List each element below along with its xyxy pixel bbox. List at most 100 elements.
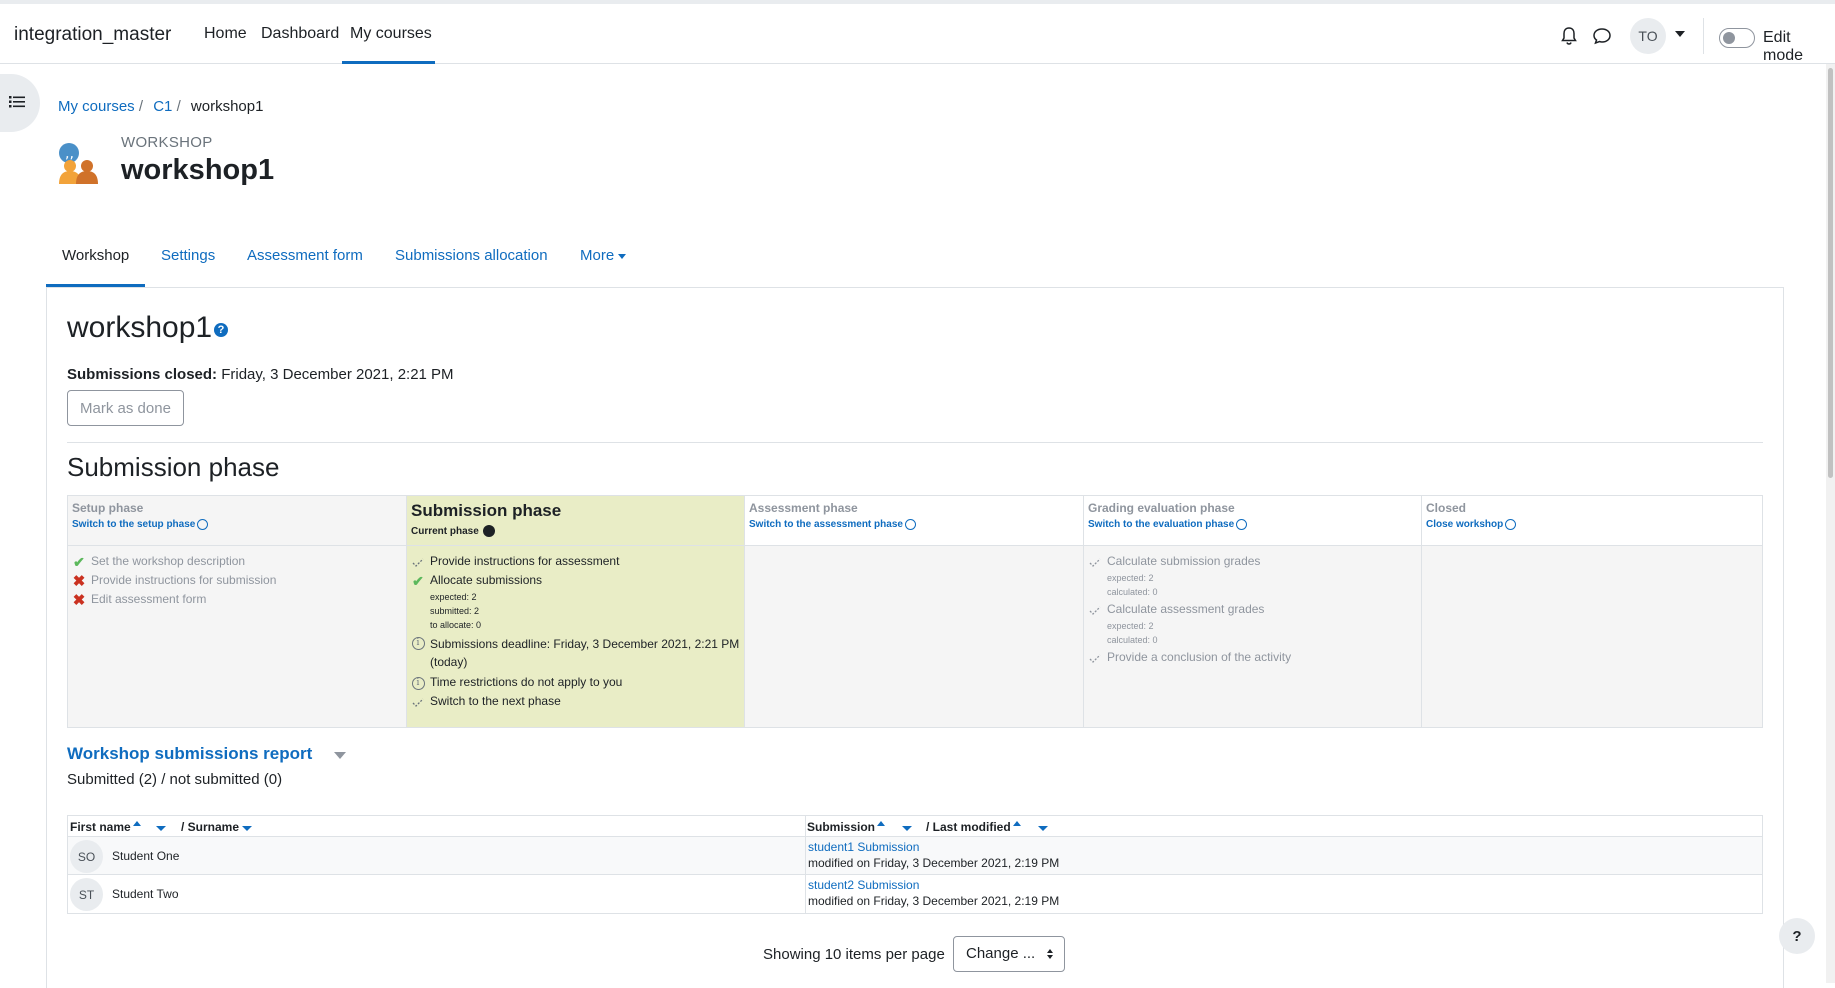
task-label: Provide instructions for submission	[91, 573, 277, 587]
task-label: Allocate submissions	[430, 573, 543, 587]
scrollbar-thumb[interactable]	[1828, 68, 1833, 478]
avatar[interactable]: ST	[70, 878, 103, 911]
sort-desc-icon[interactable]	[242, 826, 252, 831]
edit-mode-toggle[interactable]	[1719, 28, 1755, 48]
per-page-select[interactable]: Change ...	[953, 936, 1065, 972]
switch-setup-phase-link[interactable]: Switch to the setup phase	[72, 519, 402, 530]
tab-submissions-allocation[interactable]: Submissions allocation	[395, 247, 548, 264]
close-workshop-link[interactable]: Close workshop	[1426, 519, 1758, 530]
list-icon	[9, 96, 25, 108]
switch-evaluation-phase-link[interactable]: Switch to the evaluation phase	[1088, 519, 1417, 530]
info-icon: i	[411, 676, 425, 690]
help-icon[interactable]: ?	[214, 323, 228, 337]
submissions-table: First name / Surname Submission / Last m…	[67, 815, 1763, 914]
task-item: Switch to the next phase	[411, 694, 740, 709]
phase-assessment: Assessment phase Switch to the assessmen…	[745, 496, 1084, 727]
nav-active-indicator	[342, 61, 435, 64]
detail-expected: expected: 2	[1107, 621, 1154, 631]
mark-as-done-button[interactable]: Mark as done	[67, 390, 184, 426]
header-label: Submission	[807, 820, 876, 834]
todo-check-icon	[1088, 651, 1102, 665]
column-divider	[805, 816, 806, 836]
todo-check-icon	[411, 555, 425, 569]
help-button[interactable]: ?	[1779, 918, 1815, 954]
header-label: First name	[70, 820, 131, 834]
chevron-down-icon[interactable]	[334, 752, 346, 759]
student-name[interactable]: Student Two	[112, 887, 179, 901]
todo-check-icon	[1088, 603, 1102, 617]
filled-circle-icon	[482, 525, 495, 537]
sort-desc-icon[interactable]	[902, 826, 912, 831]
task-label: Provide a conclusion of the activity	[1107, 650, 1292, 664]
detail-calculated: calculated: 0	[1107, 587, 1158, 597]
activity-type: WORKSHOP	[121, 134, 213, 151]
tab-workshop[interactable]: Workshop	[62, 247, 129, 264]
cross-icon: ✖	[72, 592, 86, 609]
detail-submitted: submitted: 2	[430, 606, 480, 616]
bell-icon[interactable]	[1560, 26, 1578, 46]
nav-dashboard[interactable]: Dashboard	[261, 25, 339, 43]
todo-check-icon	[1088, 555, 1102, 569]
phase-header: Closed Close workshop	[1422, 496, 1762, 546]
tab-more[interactable]: More	[580, 247, 627, 264]
detail-to-allocate: to allocate: 0	[430, 620, 482, 630]
task-item: ✖ Edit assessment form	[72, 592, 402, 609]
site-brand[interactable]: integration_master	[14, 24, 171, 46]
switch-link-label: Switch to the evaluation phase	[1088, 519, 1235, 530]
per-page-select-label: Change ...	[966, 945, 1036, 962]
tab-settings[interactable]: Settings	[161, 247, 215, 264]
task-details: expected: 2 submitted: 2 to allocate: 0	[430, 590, 740, 632]
column-divider	[805, 837, 806, 874]
task-item: Calculate submission grades	[1088, 554, 1417, 569]
phase-header: Setup phase Switch to the setup phase	[68, 496, 406, 546]
tab-assessment-form[interactable]: Assessment form	[247, 247, 363, 264]
breadcrumb-course[interactable]: C1	[153, 98, 172, 115]
workshop-heading: workshop1	[67, 311, 213, 344]
switch-link-label: Close workshop	[1426, 519, 1504, 530]
detail-calculated: calculated: 0	[1107, 635, 1158, 645]
breadcrumb-my-courses[interactable]: My courses	[58, 98, 135, 115]
nav-home[interactable]: Home	[204, 25, 247, 43]
task-item: Calculate assessment grades	[1088, 602, 1417, 617]
sort-asc-icon	[132, 821, 141, 826]
phase-closed: Closed Close workshop	[1422, 496, 1762, 727]
phase-tasks: ✔ Set the workshop description ✖ Provide i…	[68, 546, 406, 619]
chevron-down-icon[interactable]	[1675, 31, 1685, 37]
sort-desc-icon[interactable]	[1038, 826, 1048, 831]
page-title: workshop1	[121, 154, 275, 186]
switch-link-label: Switch to the assessment phase	[749, 519, 903, 530]
phase-heading: Submission phase	[67, 452, 280, 482]
phase-header: Submission phase Current phase	[407, 496, 744, 546]
circle-icon	[197, 519, 209, 530]
submissions-report-toggle[interactable]: Workshop submissions report	[67, 744, 312, 764]
course-index-toggle[interactable]	[0, 74, 40, 132]
sort-submission[interactable]: Submission	[807, 820, 886, 834]
nav-my-courses[interactable]: My courses	[350, 25, 432, 43]
sort-last-modified[interactable]: / Last modified	[926, 820, 1021, 834]
detail-expected: expected: 2	[1107, 573, 1154, 583]
switch-link-label: Switch to the setup phase	[72, 519, 196, 530]
submission-summary: Submitted (2) / not submitted (0)	[67, 771, 283, 788]
submission-link[interactable]: student1 Submission	[808, 840, 919, 854]
phase-name: Setup phase	[72, 501, 144, 515]
avatar[interactable]: SO	[70, 840, 103, 873]
header-label: / Surname	[181, 820, 240, 834]
submission-link[interactable]: student2 Submission	[808, 878, 919, 892]
sort-first-name[interactable]: First name	[70, 820, 141, 834]
tab-active-indicator	[46, 284, 145, 287]
svg-text:,,: ,,	[65, 146, 74, 162]
task-item: ✖ Provide instructions for submission	[72, 573, 402, 590]
messages-icon[interactable]	[1592, 26, 1612, 46]
phase-submission: Submission phase Current phase Provide i…	[407, 496, 745, 727]
task-label: Calculate assessment grades	[1107, 602, 1265, 616]
task-details: expected: 2 calculated: 0	[1107, 571, 1417, 599]
table-header: First name / Surname Submission / Last m…	[68, 816, 1762, 837]
sort-desc-icon[interactable]	[156, 826, 166, 831]
circle-icon	[904, 519, 916, 530]
user-avatar[interactable]: TO	[1630, 18, 1666, 54]
phase-name: Assessment phase	[749, 501, 858, 515]
student-name[interactable]: Student One	[112, 849, 179, 863]
switch-assessment-phase-link[interactable]: Switch to the assessment phase	[749, 519, 1079, 530]
sort-surname[interactable]: / Surname	[181, 820, 239, 834]
detail-expected: expected: 2	[430, 592, 477, 602]
